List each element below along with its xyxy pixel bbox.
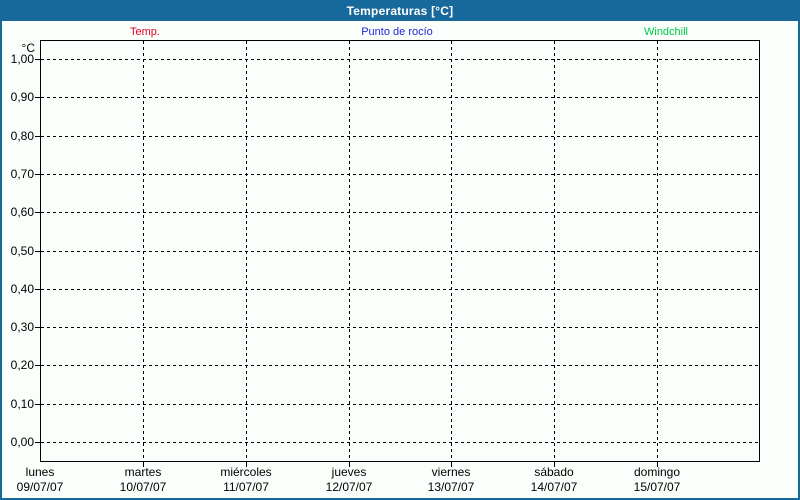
y-tick-label: 0,00: [0, 435, 34, 449]
horizontal-gridline: [41, 59, 759, 60]
y-axis-tick: [35, 59, 40, 60]
legend-item-temp: Temp.: [130, 25, 160, 39]
legend-item-windchill: Windchill: [644, 25, 688, 39]
y-tick-label: 0,80: [0, 129, 34, 143]
y-tick-label: 0,90: [0, 90, 34, 104]
horizontal-gridline: [41, 212, 759, 213]
horizontal-gridline: [41, 365, 759, 366]
horizontal-gridline: [41, 442, 759, 443]
horizontal-gridline: [41, 251, 759, 252]
y-axis-tick: [35, 97, 40, 98]
y-axis-tick: [35, 404, 40, 405]
day-name: sábado: [531, 465, 578, 480]
title-bar: Temperaturas [°C]: [0, 0, 800, 21]
y-axis-tick: [35, 174, 40, 175]
y-tick-label: 0,10: [0, 397, 34, 411]
day-name: martes: [120, 465, 167, 480]
y-tick-label: 0,20: [0, 358, 34, 372]
x-day-label: sábado14/07/07: [531, 465, 578, 495]
x-day-label: domingo15/07/07: [634, 465, 681, 495]
x-day-label: jueves12/07/07: [326, 465, 373, 495]
y-axis-tick: [35, 212, 40, 213]
day-date: 09/07/07: [17, 480, 64, 495]
y-tick-label: 0,30: [0, 320, 34, 334]
vertical-gridline: [143, 41, 144, 461]
vertical-gridline: [554, 41, 555, 461]
horizontal-gridline: [41, 404, 759, 405]
day-date: 15/07/07: [634, 480, 681, 495]
y-axis-tick: [35, 136, 40, 137]
day-date: 11/07/07: [220, 480, 271, 495]
x-day-label: lunes09/07/07: [17, 465, 64, 495]
day-date: 12/07/07: [326, 480, 373, 495]
day-date: 13/07/07: [428, 480, 475, 495]
y-tick-label: 0,40: [0, 282, 34, 296]
chart-title: Temperaturas [°C]: [347, 4, 454, 18]
horizontal-gridline: [41, 136, 759, 137]
horizontal-gridline: [41, 327, 759, 328]
horizontal-gridline: [41, 174, 759, 175]
x-day-label: miércoles11/07/07: [220, 465, 271, 495]
y-axis-tick: [35, 327, 40, 328]
vertical-gridline: [349, 41, 350, 461]
day-name: miércoles: [220, 465, 271, 480]
vertical-gridline: [451, 41, 452, 461]
horizontal-gridline: [41, 97, 759, 98]
day-date: 14/07/07: [531, 480, 578, 495]
y-axis-tick: [35, 442, 40, 443]
y-tick-label: 1,00: [0, 52, 34, 66]
y-axis-tick: [35, 251, 40, 252]
day-name: lunes: [17, 465, 64, 480]
day-name: domingo: [634, 465, 681, 480]
y-tick-label: 0,70: [0, 167, 34, 181]
x-day-label: martes10/07/07: [120, 465, 167, 495]
x-day-label: viernes13/07/07: [428, 465, 475, 495]
legend-item-dew-point: Punto de rocío: [361, 25, 433, 39]
day-name: jueves: [326, 465, 373, 480]
y-tick-label: 0,50: [0, 244, 34, 258]
y-axis-tick: [35, 365, 40, 366]
day-name: viernes: [428, 465, 475, 480]
vertical-gridline: [657, 41, 658, 461]
horizontal-gridline: [41, 289, 759, 290]
day-date: 10/07/07: [120, 480, 167, 495]
weather-chart-window: Temperaturas [°C] Temp. Punto de rocío W…: [0, 0, 800, 500]
y-axis-tick: [35, 289, 40, 290]
vertical-gridline: [246, 41, 247, 461]
y-tick-label: 0,60: [0, 205, 34, 219]
